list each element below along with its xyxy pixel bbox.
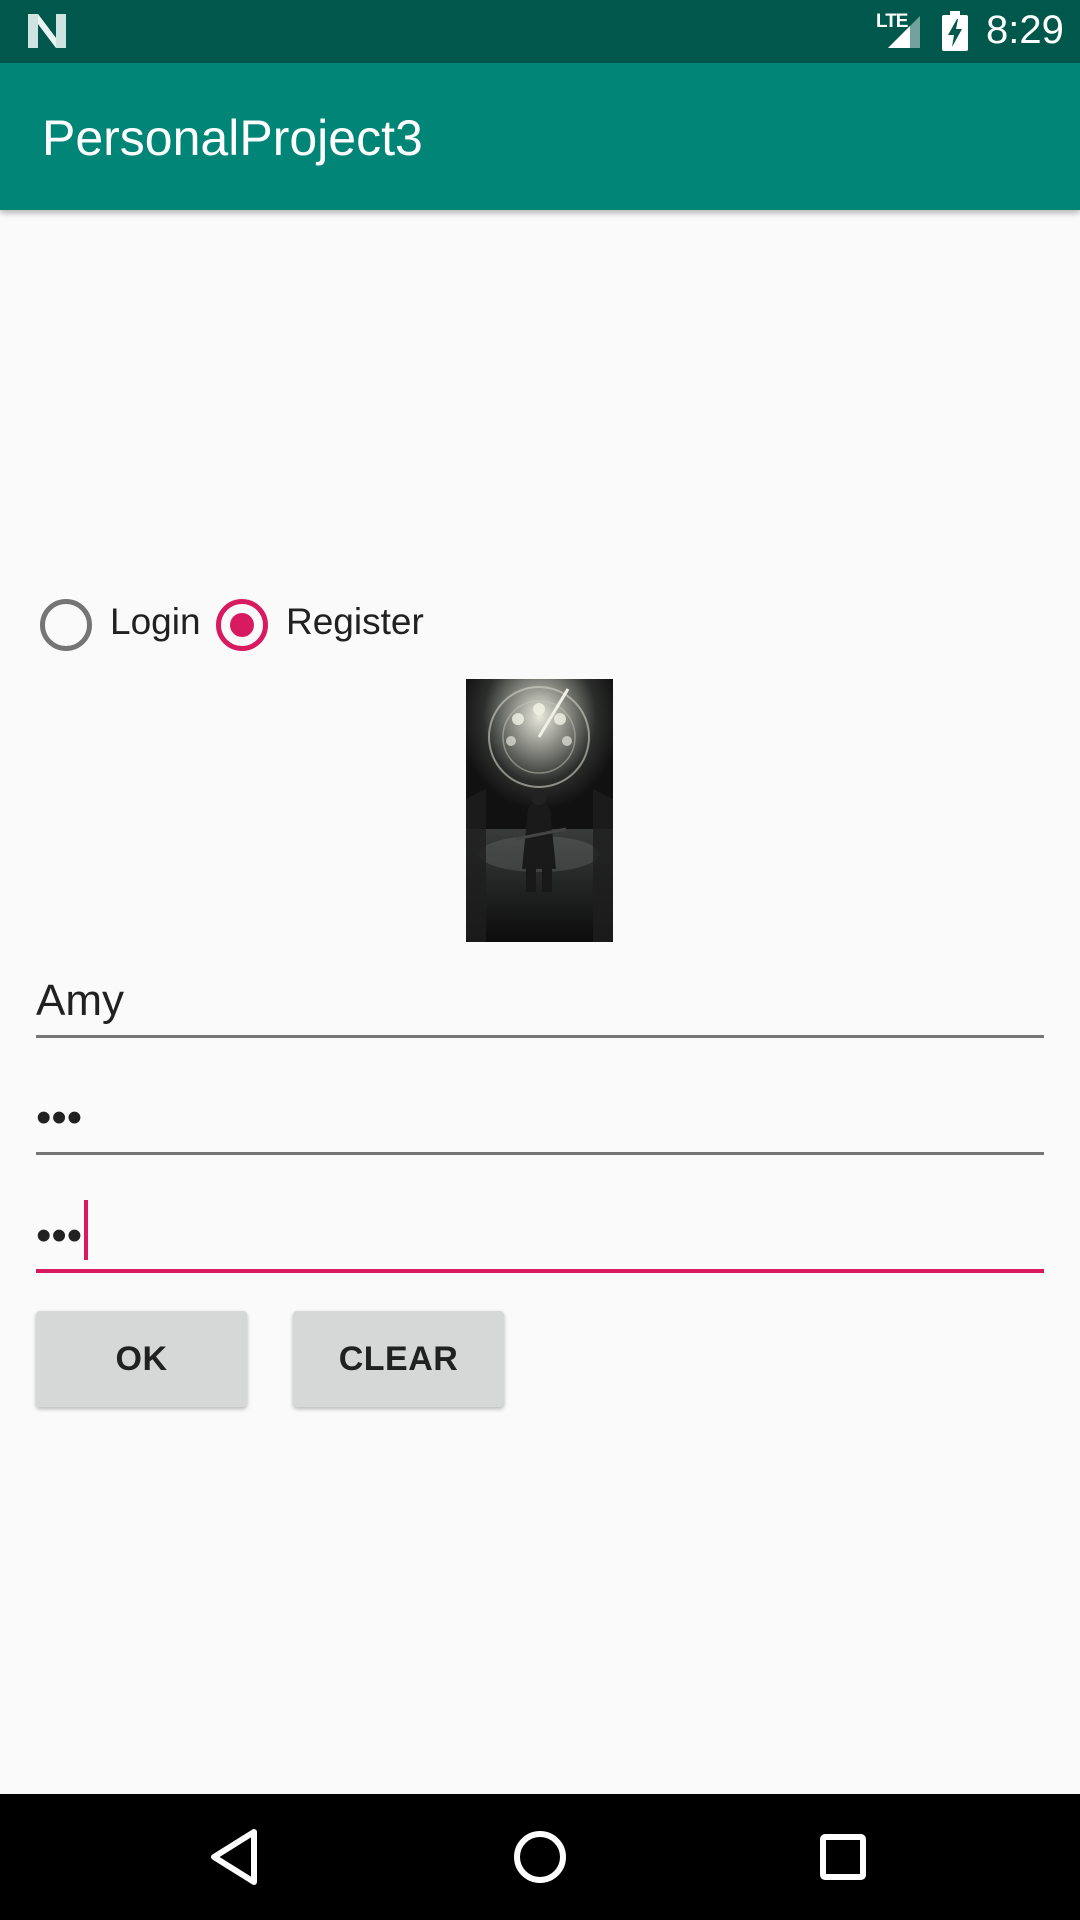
username-underline xyxy=(36,1035,1044,1038)
profile-image xyxy=(466,679,613,942)
login-radio[interactable]: Login xyxy=(40,597,210,653)
confirm-password-value-wrapper: ••• xyxy=(36,1200,89,1261)
battery-charging-icon xyxy=(942,11,968,51)
register-radio[interactable]: Register xyxy=(216,597,446,653)
notification-n-icon xyxy=(28,14,66,48)
ok-button[interactable]: OK xyxy=(36,1311,247,1407)
confirm-password-value: ••• xyxy=(36,1211,83,1260)
login-radio-label: Login xyxy=(110,601,201,642)
radio-checked-icon xyxy=(216,599,268,651)
app-title: PersonalProject3 xyxy=(42,110,423,166)
recents-icon[interactable] xyxy=(808,1822,878,1892)
register-radio-label: Register xyxy=(286,601,424,642)
home-icon[interactable] xyxy=(505,1822,575,1892)
screen: LTE 8:29 PersonalProject3 Login Register xyxy=(0,0,1080,1920)
password-value: ••• xyxy=(36,1093,83,1142)
back-icon[interactable] xyxy=(200,1822,270,1892)
text-cursor xyxy=(84,1200,89,1260)
confirm-password-underline xyxy=(36,1269,1044,1273)
lte-signal-icon xyxy=(888,16,920,48)
password-underline xyxy=(36,1152,1044,1155)
confirm-password-field[interactable]: ••• xyxy=(36,1163,1044,1273)
username-value: Amy xyxy=(36,976,124,1025)
clear-button[interactable]: CLEAR xyxy=(293,1311,504,1407)
username-field[interactable]: Amy xyxy=(36,928,1044,1038)
status-bar: LTE 8:29 xyxy=(0,0,1080,63)
navigation-bar xyxy=(0,1794,1080,1920)
app-bar: PersonalProject3 xyxy=(0,63,1080,210)
password-field[interactable]: ••• xyxy=(36,1045,1044,1155)
gothic-figure-image xyxy=(466,679,613,942)
clock: 8:29 xyxy=(986,8,1064,52)
radio-unchecked-icon xyxy=(40,599,92,651)
